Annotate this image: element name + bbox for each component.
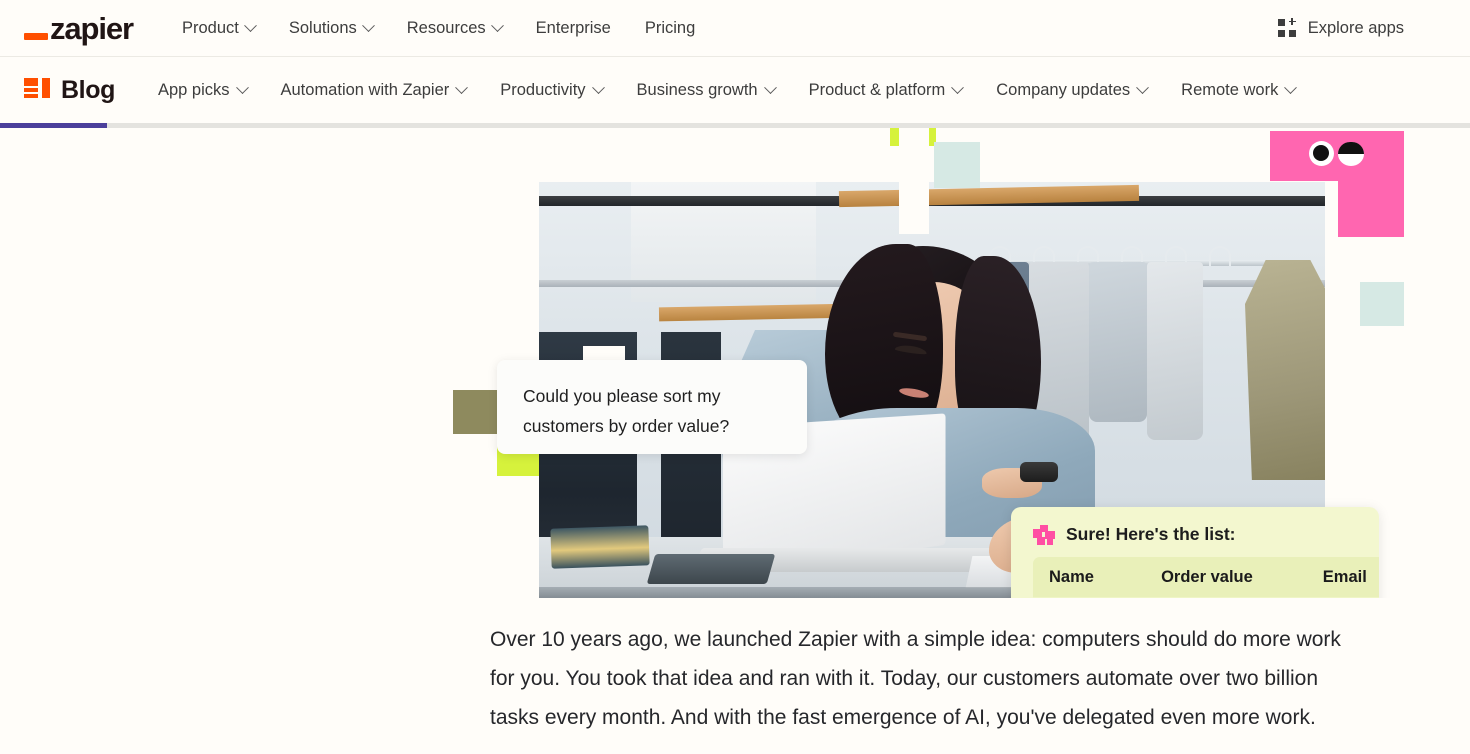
blog-nav-item-automation-with-zapier[interactable]: Automation with Zapier — [264, 73, 484, 108]
primary-navigation-bar: zapier Product Solutions Resources Enter… — [0, 0, 1470, 57]
nav-item-pricing[interactable]: Pricing — [628, 11, 712, 46]
blog-brand-label: Blog — [61, 75, 115, 104]
chat-bubble-question-text: Could you please sort my customers by or… — [523, 386, 730, 436]
zapier-logo-text: zapier — [50, 10, 134, 46]
blog-navigation-bar: Blog App picks Automation with Zapier Pr… — [0, 57, 1470, 123]
primary-nav-links: Product Solutions Resources Enterprise P… — [165, 11, 712, 46]
blog-home-link[interactable]: Blog — [24, 76, 115, 105]
explore-apps-button[interactable]: Explore apps — [1277, 18, 1446, 38]
zapier-logo-underscore-icon — [24, 32, 48, 40]
blog-nav-item-remote-work[interactable]: Remote work — [1164, 73, 1312, 108]
decorative-square-teal-top — [934, 142, 980, 188]
grid-plus-icon — [1277, 18, 1297, 38]
decorative-square-teal-right — [1360, 282, 1404, 326]
chevron-down-icon — [235, 80, 249, 94]
chat-bubble-question: Could you please sort my customers by or… — [497, 360, 807, 454]
puzzle-piece-icon — [1033, 524, 1055, 545]
blog-nav-item-product-and-platform-label: Product & platform — [808, 80, 946, 99]
zapier-logo[interactable]: zapier — [24, 10, 134, 46]
decorative-square-white-top — [899, 128, 929, 234]
chevron-down-icon — [490, 18, 504, 32]
nav-item-enterprise[interactable]: Enterprise — [519, 11, 628, 46]
blog-nav-item-product-and-platform[interactable]: Product & platform — [792, 73, 980, 108]
article-intro-paragraph: Over 10 years ago, we launched Zapier wi… — [490, 628, 1341, 729]
blog-nav-item-automation-with-zapier-label: Automation with Zapier — [280, 80, 450, 99]
blog-nav-item-app-picks-label: App picks — [157, 80, 230, 99]
chevron-down-icon — [361, 18, 375, 32]
decorative-character-pink-leg — [1338, 181, 1404, 237]
chevron-down-icon — [1136, 80, 1150, 94]
chevron-down-icon — [455, 80, 469, 94]
chevron-down-icon — [591, 80, 605, 94]
nav-item-solutions-label: Solutions — [288, 18, 357, 37]
decorative-character-pink — [1270, 131, 1404, 181]
chevron-down-icon — [1284, 80, 1298, 94]
explore-apps-label: Explore apps — [1307, 18, 1404, 37]
chat-card-answer: Sure! Here's the list: Name Order value … — [1011, 507, 1379, 598]
chevron-down-icon — [951, 80, 965, 94]
blog-nav-item-app-picks[interactable]: App picks — [141, 73, 264, 108]
blog-nav-item-productivity[interactable]: Productivity — [483, 73, 619, 108]
blog-nav-item-productivity-label: Productivity — [500, 80, 586, 99]
nav-item-solutions[interactable]: Solutions — [272, 11, 390, 46]
blog-nav-item-company-updates-label: Company updates — [996, 80, 1131, 99]
blog-nav-item-remote-work-label: Remote work — [1181, 80, 1279, 99]
blog-layout-icon — [24, 78, 50, 102]
chevron-down-icon — [763, 80, 777, 94]
column-header-order-value: Order value — [1161, 567, 1253, 586]
nav-item-resources[interactable]: Resources — [390, 11, 519, 46]
nav-item-resources-label: Resources — [406, 18, 486, 37]
table-row: Alice $453 alice@ — [1033, 597, 1379, 598]
blog-nav-item-company-updates[interactable]: Company updates — [979, 73, 1164, 108]
blog-category-links: App picks Automation with Zapier Product… — [141, 73, 1312, 108]
chevron-down-icon — [244, 18, 257, 32]
chat-card-answer-title: Sure! Here's the list: — [1066, 524, 1236, 544]
decorative-square-olive — [453, 390, 497, 434]
article-body: Over 10 years ago, we launched Zapier wi… — [0, 598, 1470, 737]
decorative-character-pupil-left — [1313, 145, 1329, 161]
nav-item-enterprise-label: Enterprise — [535, 18, 611, 37]
nav-item-product-label: Product — [182, 18, 239, 37]
customers-table-header-row: Name Order value Email — [1033, 557, 1379, 597]
chat-card-answer-header: Sure! Here's the list: — [1011, 507, 1379, 557]
nav-item-pricing-label: Pricing — [644, 18, 696, 37]
nav-item-product[interactable]: Product — [165, 11, 272, 46]
column-header-name: Name — [1049, 567, 1094, 586]
column-header-email: Email — [1322, 567, 1367, 586]
article-hero: Could you please sort my customers by or… — [0, 128, 1470, 598]
blog-nav-item-business-growth[interactable]: Business growth — [620, 73, 792, 108]
customers-table: Name Order value Email Alice $453 alice@… — [1033, 557, 1379, 598]
blog-nav-item-business-growth-label: Business growth — [636, 80, 758, 99]
